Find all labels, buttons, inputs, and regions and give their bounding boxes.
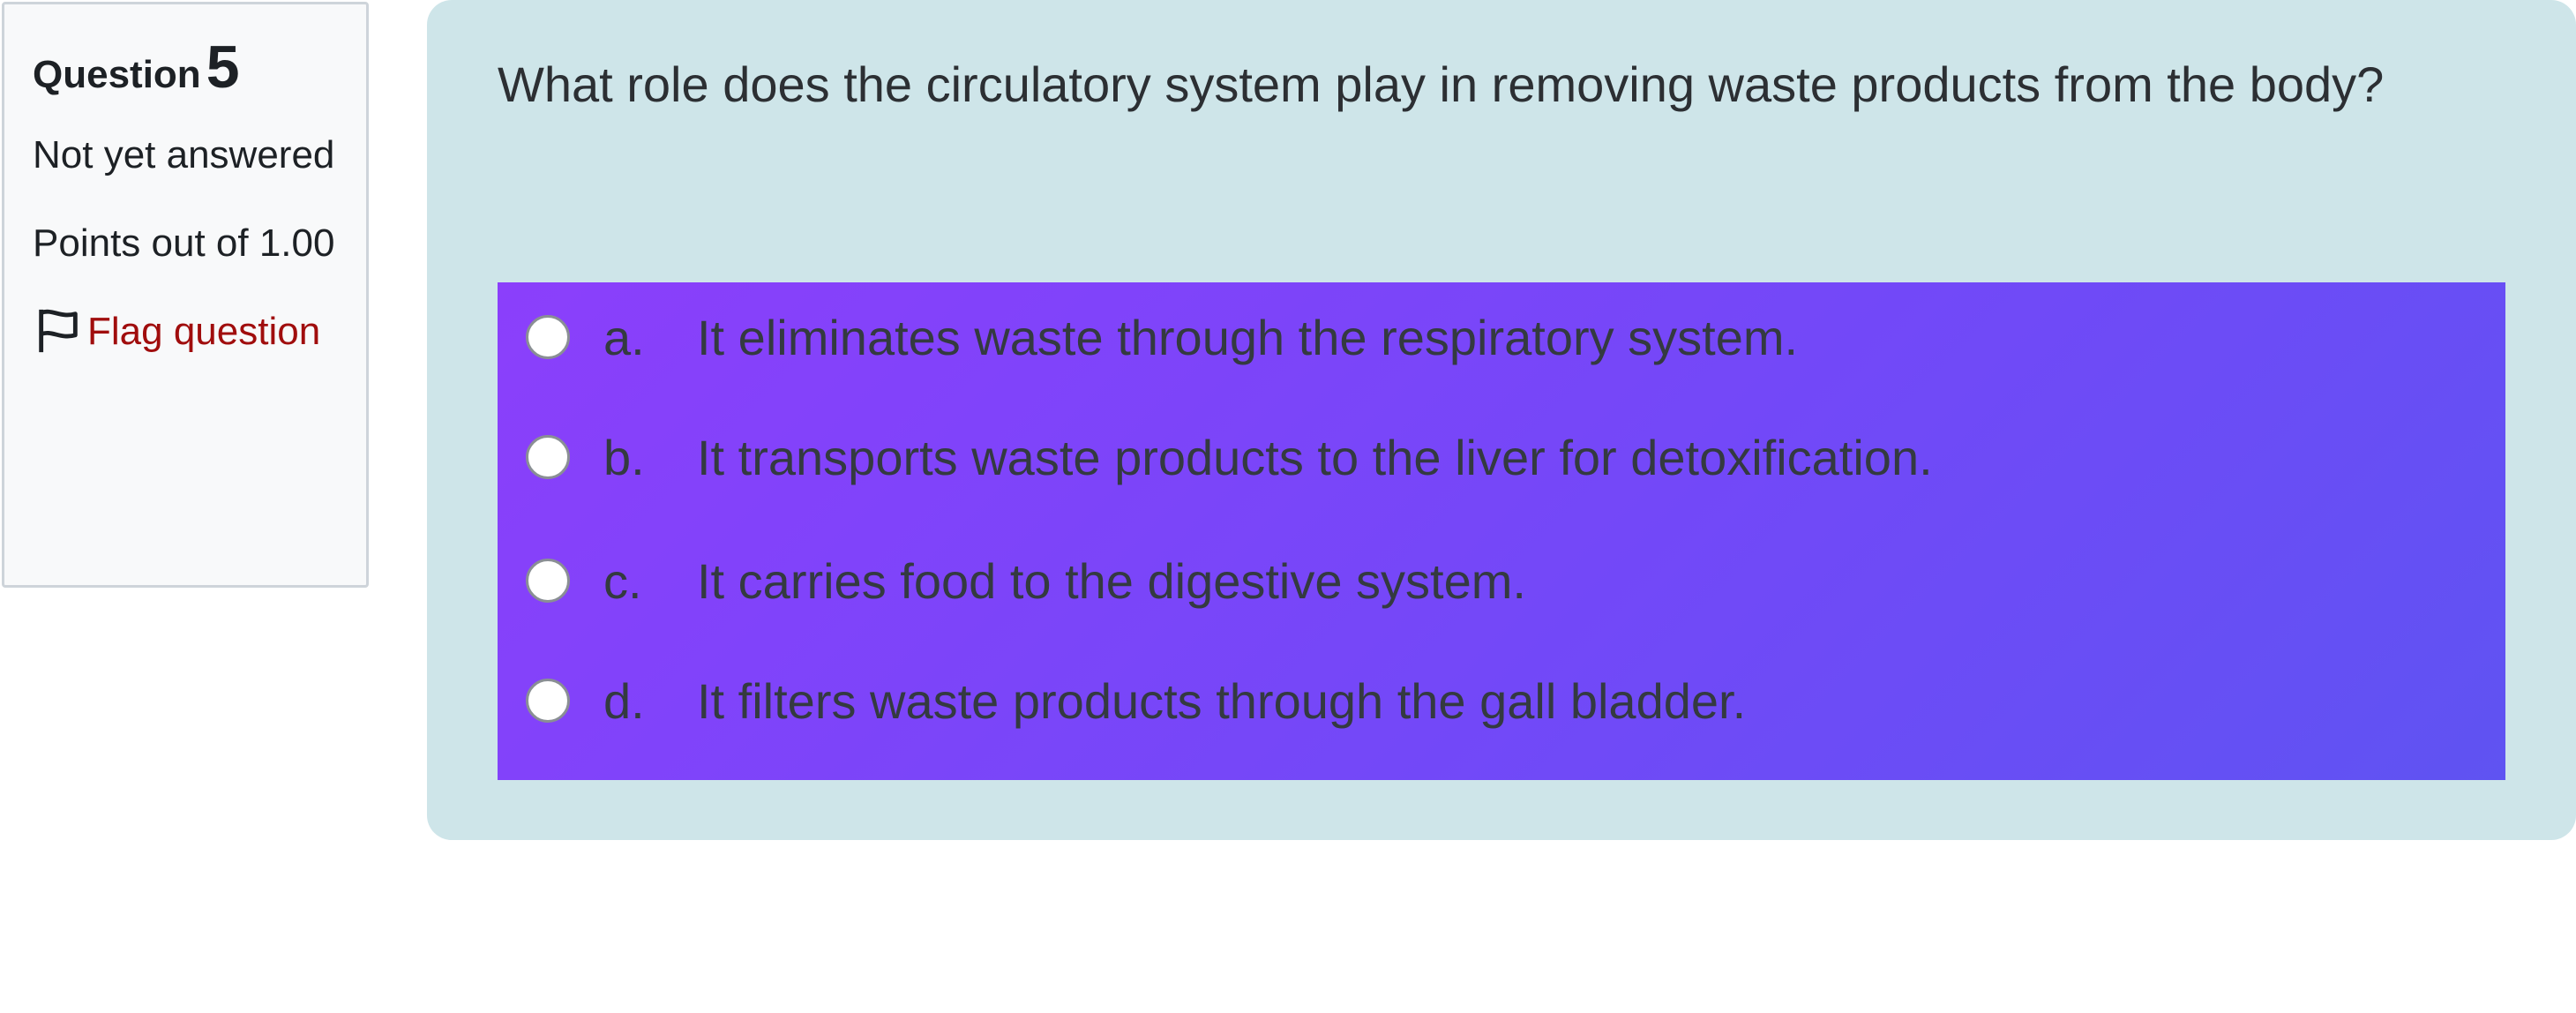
answer-text: It eliminates waste through the respirat…: [697, 309, 1799, 365]
question-state: Not yet answered: [33, 132, 335, 176]
radio-button-a[interactable]: [526, 315, 570, 359]
answer-text: It transports waste products to the live…: [697, 429, 1933, 485]
answer-letter: a.: [603, 309, 645, 365]
answer-option-d[interactable]: d. It filters waste products through the…: [498, 657, 2505, 745]
radio-button-c[interactable]: [526, 559, 570, 603]
answer-options: a. It eliminates waste through the respi…: [498, 282, 2505, 780]
question-number-heading: Question5: [33, 34, 338, 101]
question-grade: Points out of 1.00: [33, 221, 335, 265]
answer-text: It carries food to the digestive system.: [697, 552, 1526, 609]
answer-option-c[interactable]: c. It carries food to the digestive syst…: [498, 537, 2505, 625]
question-formulation: What role does the circulatory system pl…: [427, 0, 2576, 840]
question-label: Question: [33, 53, 201, 96]
flag-icon: [39, 309, 78, 352]
radio-button-b[interactable]: [526, 435, 570, 479]
question-text: What role does the circulatory system pl…: [498, 56, 2385, 112]
answer-letter: b.: [603, 429, 645, 485]
question-info-panel: Question5 Not yet answered Points out of…: [2, 2, 369, 588]
answer-letter: d.: [603, 672, 645, 729]
flag-question-label: Flag question: [87, 309, 321, 353]
radio-button-d[interactable]: [526, 679, 570, 723]
answer-option-a[interactable]: a. It eliminates waste through the respi…: [498, 293, 2505, 381]
question-number: 5: [206, 34, 240, 101]
answer-letter: c.: [603, 552, 642, 609]
answer-text: It filters waste products through the ga…: [697, 672, 1747, 729]
answer-option-b[interactable]: b. It transports waste products to the l…: [498, 413, 2505, 501]
question-page: Question5 Not yet answered Points out of…: [0, 0, 2576, 1013]
flag-question-link[interactable]: Flag question: [33, 300, 338, 364]
